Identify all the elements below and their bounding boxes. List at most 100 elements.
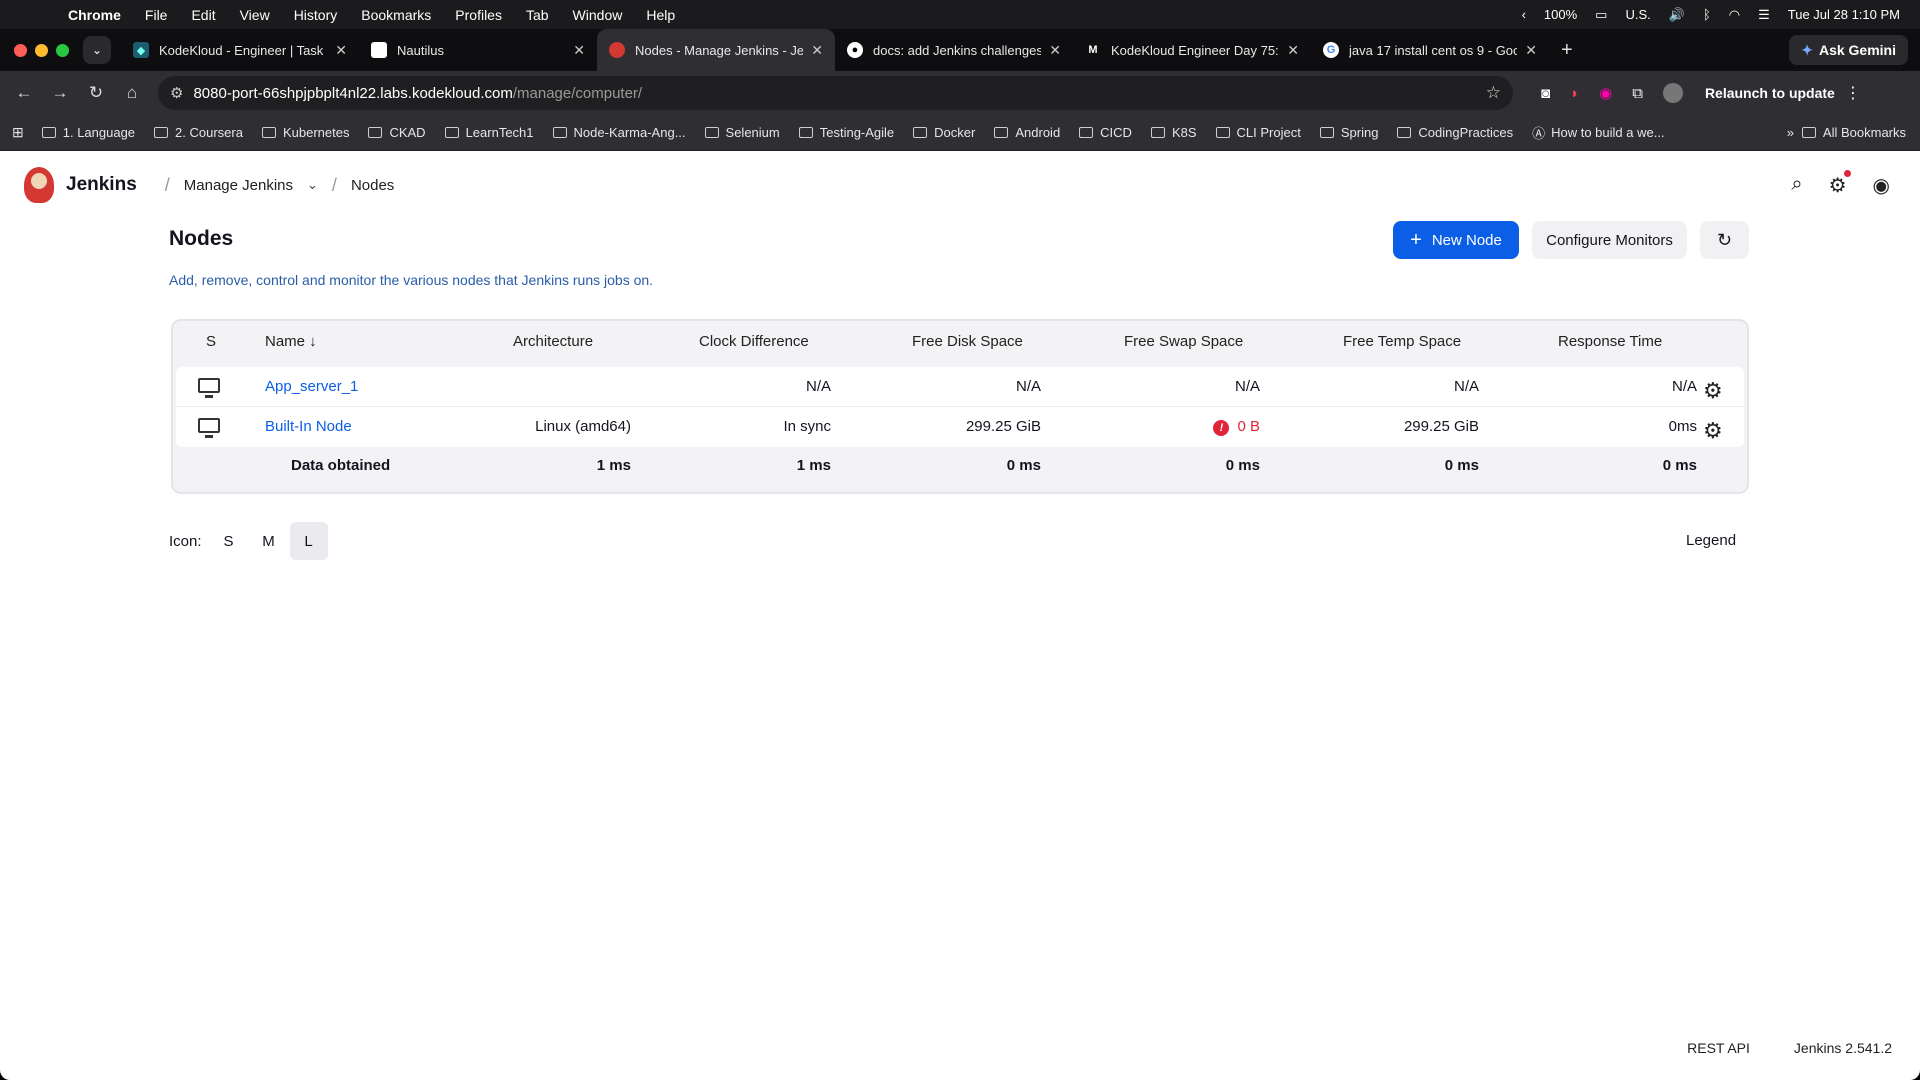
user-account-icon[interactable]: ◉ [1873,173,1890,198]
refresh-icon[interactable]: ↻ [1700,221,1749,259]
chevron-left-icon[interactable]: ‹ [1522,7,1526,22]
bookmark-folder[interactable]: CKAD [368,125,426,140]
input-source[interactable]: U.S. [1625,7,1650,22]
close-window-button[interactable] [14,43,27,57]
close-tab-icon[interactable]: ✕ [573,42,585,59]
menu-tab[interactable]: Tab [526,7,549,23]
color-picker-extension-icon[interactable]: ◉ [1599,84,1612,102]
pocket-extension-icon[interactable]: ◗ [1570,85,1579,102]
bookmark-label: How to build a we... [1551,125,1665,140]
reload-icon[interactable]: ↻ [78,83,114,103]
browser-tab[interactable]: ● docs: add Jenkins challenges ✕ [835,29,1073,71]
browser-tab-active[interactable]: Nodes - Manage Jenkins - Je ✕ [597,29,835,71]
icon-size-medium[interactable]: M [250,522,288,560]
apps-grid-icon[interactable]: ⊞ [12,124,24,141]
close-tab-icon[interactable]: ✕ [335,42,347,59]
jenkins-logo-icon[interactable] [24,167,54,203]
column-free-disk-space[interactable]: Free Disk Space [912,333,1023,350]
forward-arrow-icon[interactable]: → [42,83,78,103]
bookmark-folder[interactable]: K8S [1150,125,1197,140]
home-icon[interactable]: ⌂ [114,83,150,103]
extensions-puzzle-icon[interactable]: ⧉ [1632,85,1643,102]
bluetooth-icon[interactable]: ᛒ [1703,7,1711,22]
menu-app-name[interactable]: Chrome [68,7,121,23]
new-node-button[interactable]: + New Node [1393,221,1519,259]
manage-gear-icon[interactable]: ⚙ [1829,170,1851,198]
bookmark-folder[interactable]: CICD [1079,125,1132,140]
bookmark-folder[interactable]: Node-Karma-Ang... [552,125,686,140]
address-bar[interactable]: ⚙ 8080-port-66shpjpbplt4nl22.labs.kodekl… [158,76,1513,110]
column-status[interactable]: S [206,333,216,350]
menu-bookmarks[interactable]: Bookmarks [361,7,431,23]
browser-tab[interactable]: G java 17 install cent os 9 - Goo ✕ [1311,29,1549,71]
breadcrumb-nodes[interactable]: Nodes [351,177,394,194]
breadcrumb-manage-jenkins[interactable]: Manage Jenkins [184,177,293,194]
close-tab-icon[interactable]: ✕ [1525,42,1537,59]
browser-tab[interactable]: M KodeKloud Engineer Day 75: ✕ [1073,29,1311,71]
jenkins-version-link[interactable]: Jenkins 2.541.2 [1794,1040,1892,1056]
bookmark-folder[interactable]: Kubernetes [261,125,349,140]
legend-link[interactable]: Legend [1686,532,1736,549]
tab-search-button[interactable]: ⌄ [83,36,111,64]
bookmark-link[interactable]: Ⓐ How to build a we... [1532,123,1664,142]
browser-tab[interactable]: Nautilus ✕ [359,29,597,71]
column-free-swap-space[interactable]: Free Swap Space [1124,333,1243,350]
column-clock-difference[interactable]: Clock Difference [699,333,809,350]
column-response-time[interactable]: Response Time [1558,333,1662,350]
bookmark-folder[interactable]: Selenium [704,125,780,140]
menu-file[interactable]: File [145,7,168,23]
bookmark-folder[interactable]: CodingPractices [1397,125,1513,140]
icon-size-small[interactable]: S [210,522,248,560]
wifi-icon[interactable]: ◠ [1729,7,1740,23]
close-tab-icon[interactable]: ✕ [1049,42,1061,59]
bookmark-folder[interactable]: Spring [1319,125,1378,140]
jenkins-brand-link[interactable]: Jenkins [66,174,137,196]
icon-size-large[interactable]: L [289,522,328,560]
menubar-clock[interactable]: Tue Jul 28 1:10 PM [1788,7,1900,22]
column-name[interactable]: Name ↓ [265,333,317,350]
menu-help[interactable]: Help [646,7,675,23]
ask-gemini-button[interactable]: ✦ Ask Gemini [1789,35,1908,65]
volume-icon[interactable]: 🔊 [1669,7,1685,23]
bookmark-folder[interactable]: CLI Project [1215,125,1301,140]
browser-tab[interactable]: ◆ KodeKloud - Engineer | Task ✕ [121,29,359,71]
back-arrow-icon[interactable]: ← [6,83,42,103]
profile-avatar-icon[interactable] [1662,83,1683,103]
node-settings-gear-icon[interactable]: ⚙ [1703,418,1723,444]
close-tab-icon[interactable]: ✕ [811,42,823,59]
bookmark-folder[interactable]: LearnTech1 [444,125,534,140]
column-architecture[interactable]: Architecture [513,333,593,350]
bookmark-folder[interactable]: Testing-Agile [798,125,894,140]
battery-percent[interactable]: 100% [1544,7,1577,22]
bookmark-star-icon[interactable]: ☆ [1486,83,1501,103]
menu-history[interactable]: History [294,7,338,23]
menu-profiles[interactable]: Profiles [455,7,502,23]
configure-monitors-button[interactable]: Configure Monitors [1532,221,1687,259]
bookmark-folder[interactable]: Android [994,125,1060,140]
all-bookmarks-folder[interactable]: All Bookmarks [1801,125,1906,140]
kebab-menu-icon[interactable]: ⋮ [1845,83,1861,103]
zoom-window-button[interactable] [56,43,69,57]
rest-api-link[interactable]: REST API [1687,1040,1750,1056]
more-bookmarks-icon[interactable]: » [1787,125,1794,140]
site-info-icon[interactable]: ⚙ [170,84,183,102]
menu-view[interactable]: View [240,7,270,23]
node-settings-gear-icon[interactable]: ⚙ [1703,378,1723,404]
column-free-temp-space[interactable]: Free Temp Space [1343,333,1461,350]
camera-extension-icon[interactable]: ◙ [1541,85,1550,102]
node-link[interactable]: Built-In Node [265,418,352,435]
relaunch-update-button[interactable]: Relaunch to update [1705,85,1835,101]
chevron-down-icon[interactable]: ⌄ [307,177,318,193]
search-icon[interactable]: ⌕ [1791,173,1802,198]
new-tab-icon[interactable]: + [1561,39,1573,62]
minimize-window-button[interactable] [35,43,48,57]
node-link[interactable]: App_server_1 [265,378,358,395]
menu-edit[interactable]: Edit [191,7,215,23]
control-center-icon[interactable]: ☰ [1758,7,1770,23]
menu-window[interactable]: Window [573,7,623,23]
bookmark-folder[interactable]: 2. Coursera [154,125,243,140]
bookmark-folder[interactable]: Docker [913,125,975,140]
battery-icon[interactable]: ▭ [1595,7,1607,23]
bookmark-folder[interactable]: 1. Language [41,125,135,140]
close-tab-icon[interactable]: ✕ [1287,42,1299,59]
